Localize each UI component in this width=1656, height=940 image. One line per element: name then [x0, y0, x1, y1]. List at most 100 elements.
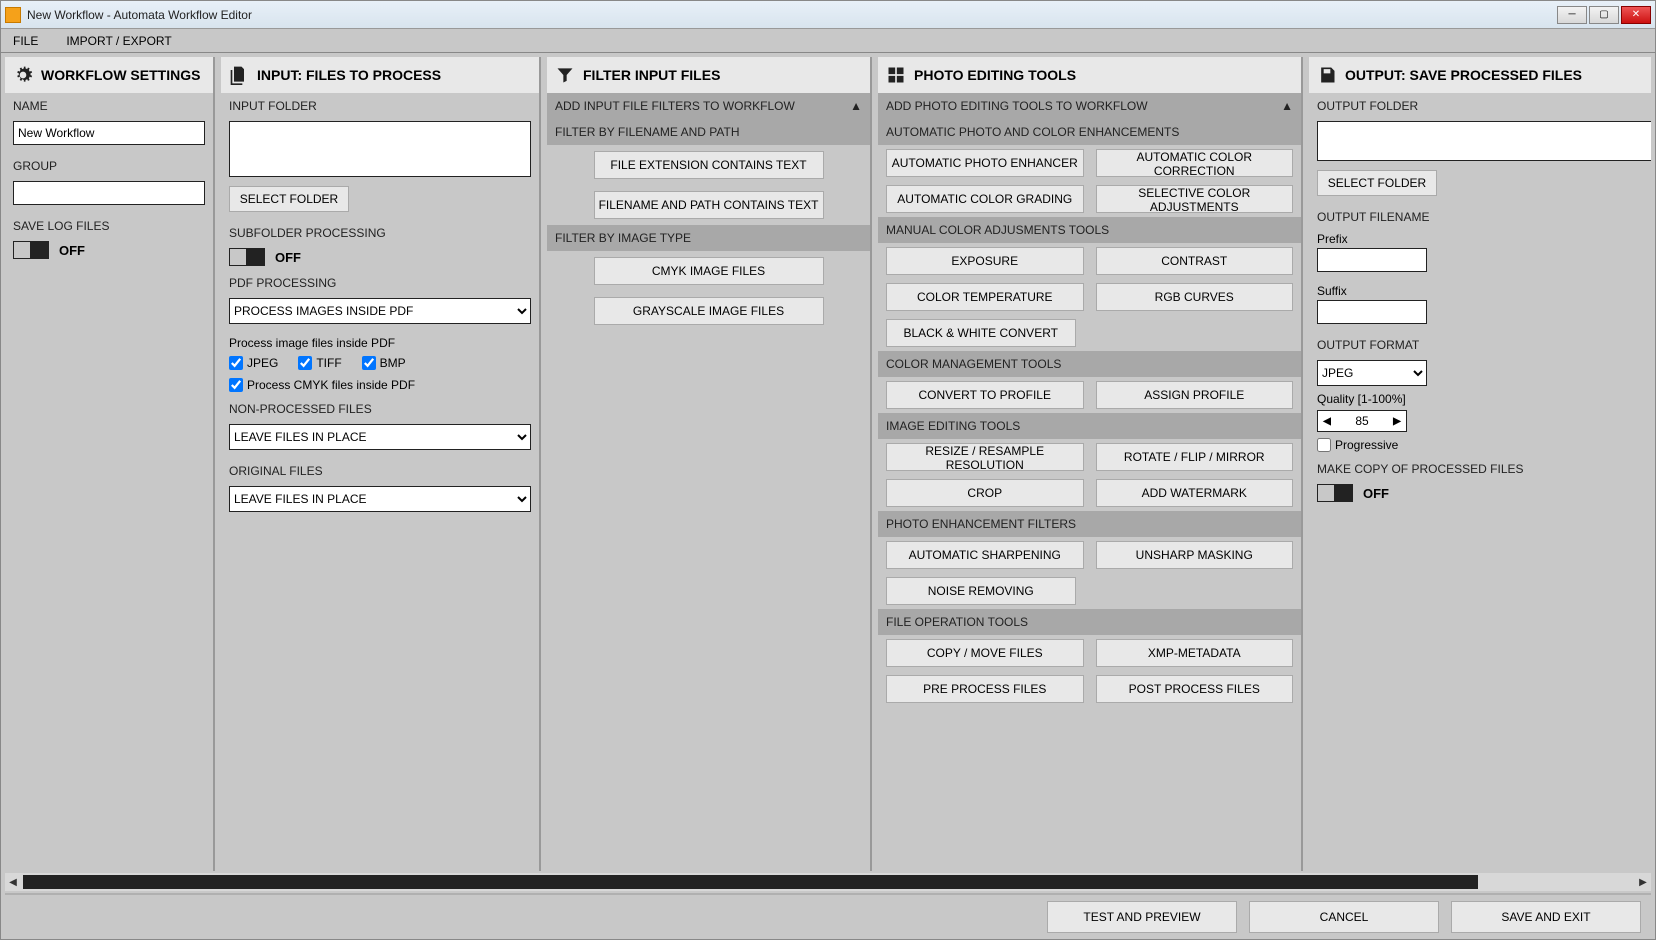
panel-filter: FILTER INPUT FILES ADD INPUT FILE FILTER…	[547, 57, 872, 871]
btn-noise-remove[interactable]: NOISE REMOVING	[886, 577, 1076, 605]
footer: TEST AND PREVIEW CANCEL SAVE AND EXIT	[5, 893, 1651, 939]
btn-assign-profile[interactable]: ASSIGN PROFILE	[1096, 381, 1294, 409]
chk-jpeg[interactable]	[229, 356, 243, 370]
files-icon	[229, 65, 249, 85]
orig-select[interactable]: LEAVE FILES IN PLACE	[229, 486, 531, 512]
filter-cmyk-button[interactable]: CMYK IMAGE FILES	[594, 257, 824, 285]
filter-add-header[interactable]: ADD INPUT FILE FILTERS TO WORKFLOW ▲	[547, 93, 870, 119]
group-label: GROUP	[5, 153, 213, 177]
output-filename-label: OUTPUT FILENAME	[1309, 204, 1651, 228]
btn-exposure[interactable]: EXPOSURE	[886, 247, 1084, 275]
btn-sharpen[interactable]: AUTOMATIC SHARPENING	[886, 541, 1084, 569]
btn-contrast[interactable]: CONTRAST	[1096, 247, 1294, 275]
btn-auto-enhancer[interactable]: AUTOMATIC PHOTO ENHANCER	[886, 149, 1084, 177]
make-copy-toggle[interactable]	[1317, 484, 1353, 502]
sec-auto: AUTOMATIC PHOTO AND COLOR ENHANCEMENTS	[878, 119, 1301, 145]
btn-bw-convert[interactable]: BLACK & WHITE CONVERT	[886, 319, 1076, 347]
test-preview-button[interactable]: TEST AND PREVIEW	[1047, 901, 1237, 933]
btn-rotate[interactable]: ROTATE / FLIP / MIRROR	[1096, 443, 1294, 471]
chk-bmp-label: BMP	[380, 356, 406, 370]
quality-label: Quality [1-100%]	[1309, 388, 1651, 408]
minimize-button[interactable]: ─	[1557, 6, 1587, 24]
filter-gray-button[interactable]: GRAYSCALE IMAGE FILES	[594, 297, 824, 325]
chevron-up-icon: ▲	[850, 99, 862, 113]
make-copy-state: OFF	[1363, 486, 1389, 501]
btn-resize[interactable]: RESIZE / RESAMPLE RESOLUTION	[886, 443, 1084, 471]
quality-stepper[interactable]: ◀ 85 ▶	[1317, 410, 1407, 432]
save-exit-button[interactable]: SAVE AND EXIT	[1451, 901, 1641, 933]
filter-sec-path: FILTER BY FILENAME AND PATH	[547, 119, 870, 145]
subfolder-toggle[interactable]	[229, 248, 265, 266]
save-log-label: SAVE LOG FILES	[5, 213, 213, 237]
sec-cm: COLOR MANAGEMENT TOOLS	[878, 351, 1301, 377]
panel-title: FILTER INPUT FILES	[583, 67, 720, 83]
output-format-select[interactable]: JPEG	[1317, 360, 1427, 386]
nonproc-select[interactable]: LEAVE FILES IN PLACE	[229, 424, 531, 450]
horizontal-scrollbar[interactable]: ◀ ▶	[5, 873, 1651, 891]
chk-tiff[interactable]	[298, 356, 312, 370]
scroll-left-icon[interactable]: ◀	[5, 877, 21, 888]
pdf-label: PDF PROCESSING	[221, 270, 539, 294]
menu-import-export[interactable]: IMPORT / EXPORT	[66, 34, 171, 48]
maximize-button[interactable]: ▢	[1589, 6, 1619, 24]
btn-xmp[interactable]: XMP-METADATA	[1096, 639, 1294, 667]
btn-crop[interactable]: CROP	[886, 479, 1084, 507]
select-input-folder-button[interactable]: SELECT FOLDER	[229, 186, 349, 212]
panel-title: OUTPUT: SAVE PROCESSED FILES	[1345, 67, 1582, 83]
pdf-processing-select[interactable]: PROCESS IMAGES INSIDE PDF	[229, 298, 531, 324]
prefix-input[interactable]	[1317, 248, 1427, 272]
scroll-right-icon[interactable]: ▶	[1635, 877, 1651, 888]
suffix-input[interactable]	[1317, 300, 1427, 324]
subfolder-state: OFF	[275, 250, 301, 265]
chk-cmyk-label: Process CMYK files inside PDF	[247, 378, 415, 392]
suffix-label: Suffix	[1309, 280, 1651, 300]
btn-rgb-curves[interactable]: RGB CURVES	[1096, 283, 1294, 311]
chevron-left-icon[interactable]: ◀	[1318, 416, 1336, 427]
progressive-label: Progressive	[1335, 438, 1398, 452]
window-title: New Workflow - Automata Workflow Editor	[27, 8, 252, 22]
filter-name-button[interactable]: FILENAME AND PATH CONTAINS TEXT	[594, 191, 824, 219]
edit-add-label: ADD PHOTO EDITING TOOLS TO WORKFLOW	[886, 99, 1148, 113]
cancel-button[interactable]: CANCEL	[1249, 901, 1439, 933]
name-label: NAME	[5, 93, 213, 117]
panel-title: WORKFLOW SETTINGS	[41, 67, 200, 83]
btn-auto-grading[interactable]: AUTOMATIC COLOR GRADING	[886, 185, 1084, 213]
input-folder-field[interactable]	[229, 121, 531, 177]
sec-file: FILE OPERATION TOOLS	[878, 609, 1301, 635]
btn-selective-adjust[interactable]: SELECTIVE COLOR ADJUSTMENTS	[1096, 185, 1294, 213]
btn-unsharp[interactable]: UNSHARP MASKING	[1096, 541, 1294, 569]
chk-bmp[interactable]	[362, 356, 376, 370]
btn-post-process[interactable]: POST PROCESS FILES	[1096, 675, 1294, 703]
panel-scroll[interactable]: WORKFLOW SETTINGS NAME GROUP SAVE LOG FI…	[5, 57, 1651, 871]
close-button[interactable]: ✕	[1621, 6, 1651, 24]
chevron-right-icon[interactable]: ▶	[1388, 416, 1406, 427]
menu-file[interactable]: FILE	[13, 34, 38, 48]
panel-output: OUTPUT: SAVE PROCESSED FILES OUTPUT FOLD…	[1309, 57, 1651, 871]
chk-cmyk-pdf[interactable]	[229, 378, 243, 392]
select-output-folder-button[interactable]: SELECT FOLDER	[1317, 170, 1437, 196]
panel-title: PHOTO EDITING TOOLS	[914, 67, 1076, 83]
grid-icon	[886, 65, 906, 85]
filter-sec-type: FILTER BY IMAGE TYPE	[547, 225, 870, 251]
edit-add-header[interactable]: ADD PHOTO EDITING TOOLS TO WORKFLOW ▲	[878, 93, 1301, 119]
btn-convert-profile[interactable]: CONVERT TO PROFILE	[886, 381, 1084, 409]
chk-jpeg-label: JPEG	[247, 356, 278, 370]
filter-add-label: ADD INPUT FILE FILTERS TO WORKFLOW	[555, 99, 795, 113]
output-folder-field[interactable]	[1317, 121, 1651, 161]
btn-auto-color-correction[interactable]: AUTOMATIC COLOR CORRECTION	[1096, 149, 1294, 177]
btn-color-temp[interactable]: COLOR TEMPERATURE	[886, 283, 1084, 311]
workflow-group-input[interactable]	[13, 181, 205, 205]
workflow-name-input[interactable]	[13, 121, 205, 145]
titlebar: New Workflow - Automata Workflow Editor …	[1, 1, 1655, 29]
btn-watermark[interactable]: ADD WATERMARK	[1096, 479, 1294, 507]
output-folder-label: OUTPUT FOLDER	[1309, 93, 1651, 117]
save-log-toggle[interactable]	[13, 241, 49, 259]
pdf-hint: Process image files inside PDF	[221, 332, 539, 352]
btn-copy-move[interactable]: COPY / MOVE FILES	[886, 639, 1084, 667]
input-folder-label: INPUT FOLDER	[221, 93, 539, 117]
btn-pre-process[interactable]: PRE PROCESS FILES	[886, 675, 1084, 703]
chk-progressive[interactable]	[1317, 438, 1331, 452]
sec-manual: MANUAL COLOR ADJUSMENTS TOOLS	[878, 217, 1301, 243]
nonproc-label: NON-PROCESSED FILES	[221, 396, 539, 420]
filter-ext-button[interactable]: FILE EXTENSION CONTAINS TEXT	[594, 151, 824, 179]
